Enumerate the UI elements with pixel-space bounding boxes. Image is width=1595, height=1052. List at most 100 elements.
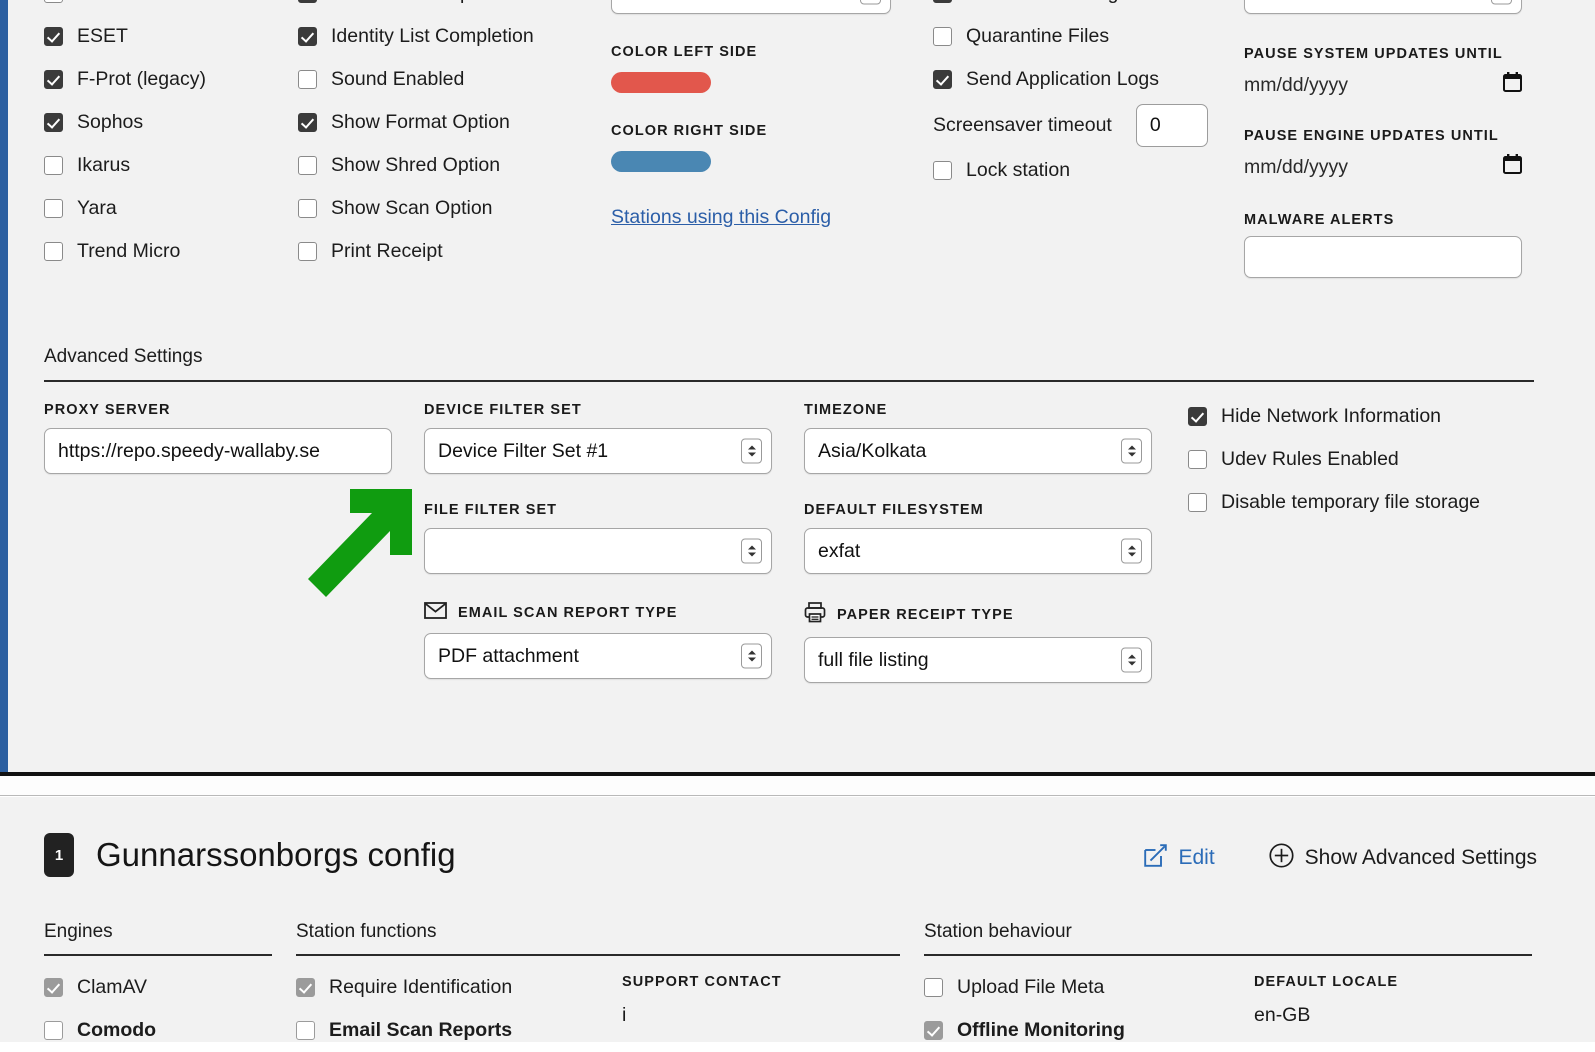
checkbox-row[interactable]: Quarantine Files [933,15,1233,58]
checkbox-show-format-option[interactable] [298,113,317,132]
checkbox-row[interactable]: Yara [44,187,294,230]
checkbox-row[interactable]: Print Receipt [298,230,598,273]
checkbox-sophos[interactable] [44,113,63,132]
paper-receipt-type-label-row: PAPER RECEIPT TYPE [804,602,1156,627]
checkbox-row[interactable]: Email Scan Reports [298,0,598,15]
cutoff-select-top[interactable] [611,0,891,14]
stepper-icon[interactable] [1121,647,1142,673]
malware-alerts-input[interactable] [1244,236,1522,278]
checkbox-row[interactable]: F-Prot (legacy) [44,58,294,101]
checkbox-row[interactable]: Sound Enabled [298,58,598,101]
checkbox-row[interactable]: Udev Rules Enabled [1188,438,1548,481]
checkbox-upload-file-meta[interactable] [924,977,943,997]
edit-button[interactable]: Edit [1144,844,1215,872]
checkbox-label: Offline Monitoring [966,0,1118,5]
card-separator [0,776,1595,796]
checkbox-label: Hide Network Information [1221,405,1442,427]
paper-receipt-type-select[interactable]: full file listing [804,637,1152,683]
screensaver-timeout-input[interactable]: 0 [1135,103,1208,147]
checkbox-row[interactable]: Show Format Option [298,101,598,144]
checkbox-disable-temporary-file-storage[interactable] [1188,493,1207,512]
checkbox-ikarus[interactable] [44,156,63,175]
checkbox-lock-station[interactable] [933,161,952,180]
paper-receipt-type-value: full file listing [818,648,929,671]
pause-system-updates-input[interactable]: mm/dd/yyyy [1244,68,1522,102]
proxy-server-input[interactable]: https://repo.speedy-wallaby.se [44,428,392,474]
checkbox-sound-enabled[interactable] [298,70,317,89]
checkbox-identity-list-completion[interactable] [298,27,317,46]
checkbox-row[interactable]: Offline Monitoring [933,0,1233,15]
timezone-value: Asia/Kolkata [818,439,927,462]
checkbox-offline-monitoring[interactable] [924,1020,943,1040]
checkbox-show-scan-option[interactable] [298,199,317,218]
calendar-icon[interactable] [1503,72,1522,98]
checkbox-label: Sound Enabled [331,68,465,90]
checkbox-row[interactable]: Require Identification [296,966,622,1009]
checkbox-row[interactable]: Comodo [44,0,294,15]
checkbox-udev-rules-enabled[interactable] [1188,450,1207,469]
checkbox-row[interactable]: Trend Micro [44,230,294,273]
stepper-icon[interactable] [741,538,762,564]
bottom-engines-title: Engines [44,921,113,942]
paper-receipt-type-label: PAPER RECEIPT TYPE [837,606,1014,623]
checkbox-comodo[interactable] [44,1020,63,1040]
calendar-icon[interactable] [1503,154,1522,180]
color-left-side-swatch[interactable] [611,72,711,93]
checkbox-label: Quarantine Files [966,25,1110,47]
locale-select[interactable]: Swedish [1244,0,1522,14]
checkbox-label: Comodo [77,1018,157,1041]
checkbox-eset[interactable] [44,27,63,46]
device-filter-set-select[interactable]: Device Filter Set #1 [424,428,772,474]
checkbox-row[interactable]: Ikarus [44,144,294,187]
stepper-icon[interactable] [741,643,762,669]
checkbox-row[interactable]: ClamAV [44,966,272,1009]
checkbox-row[interactable]: Upload File Meta [924,966,1254,1009]
checkbox-row[interactable]: Disable temporary file storage [1188,481,1548,524]
stepper-icon[interactable] [741,438,762,464]
show-advanced-settings-button[interactable]: Show Advanced Settings [1269,843,1537,873]
checkbox-quarantine-files[interactable] [933,27,952,46]
checkbox-fprot[interactable] [44,70,63,89]
config-card-bottom: 1 Gunnarssonborgs config Edit Show Advan… [0,797,1595,1042]
checkbox-row[interactable]: Show Scan Option [298,187,598,230]
email-scan-report-type-value: PDF attachment [438,644,579,667]
checkbox-comodo[interactable] [44,0,63,3]
checkbox-hide-network-information[interactable] [1188,407,1207,426]
checkbox-label: Email Scan Reports [329,1018,513,1041]
bottom-station-functions-column: Station functions Require Identification… [296,921,900,1052]
checkbox-row[interactable]: Comodo [44,1009,272,1052]
stations-using-config-link[interactable]: Stations using this Config [611,206,901,229]
stepper-icon[interactable] [860,0,881,5]
default-filesystem-label: DEFAULT FILESYSTEM [804,502,984,518]
checkbox-send-application-logs[interactable] [933,70,952,89]
checkbox-trend-micro[interactable] [44,242,63,261]
stepper-icon[interactable] [1491,0,1512,5]
checkbox-yara[interactable] [44,199,63,218]
pause-engine-updates-label: PAUSE ENGINE UPDATES UNTIL [1244,128,1499,144]
file-filter-set-select[interactable] [424,528,772,574]
email-scan-report-type-select[interactable]: PDF attachment [424,633,772,679]
default-filesystem-select[interactable]: exfat [804,528,1152,574]
stepper-icon[interactable] [1121,538,1142,564]
timezone-select[interactable]: Asia/Kolkata [804,428,1152,474]
checkbox-row[interactable]: Offline Monitoring [924,1009,1254,1052]
checkbox-email-scan-reports[interactable] [296,1020,315,1040]
checkbox-row[interactable]: ESET [44,15,294,58]
color-right-side-swatch[interactable] [611,151,711,172]
pause-engine-updates-input[interactable]: mm/dd/yyyy [1244,150,1522,184]
checkbox-row[interactable]: Show Shred Option [298,144,598,187]
checkbox-show-shred-option[interactable] [298,156,317,175]
edit-icon [1144,844,1168,872]
checkbox-row[interactable]: Identity List Completion [298,15,598,58]
checkbox-email-scan-reports[interactable] [298,0,317,3]
checkbox-clamav[interactable] [44,977,63,997]
checkbox-print-receipt[interactable] [298,242,317,261]
checkbox-row[interactable]: Sophos [44,101,294,144]
checkbox-require-identification[interactable] [296,977,315,997]
checkbox-row[interactable]: Lock station [933,149,1233,192]
checkbox-row[interactable]: Email Scan Reports [296,1009,622,1052]
checkbox-row[interactable]: Send Application Logs [933,58,1233,101]
stepper-icon[interactable] [1121,438,1142,464]
checkbox-row[interactable]: Hide Network Information [1188,395,1548,438]
checkbox-offline-monitoring[interactable] [933,0,952,3]
